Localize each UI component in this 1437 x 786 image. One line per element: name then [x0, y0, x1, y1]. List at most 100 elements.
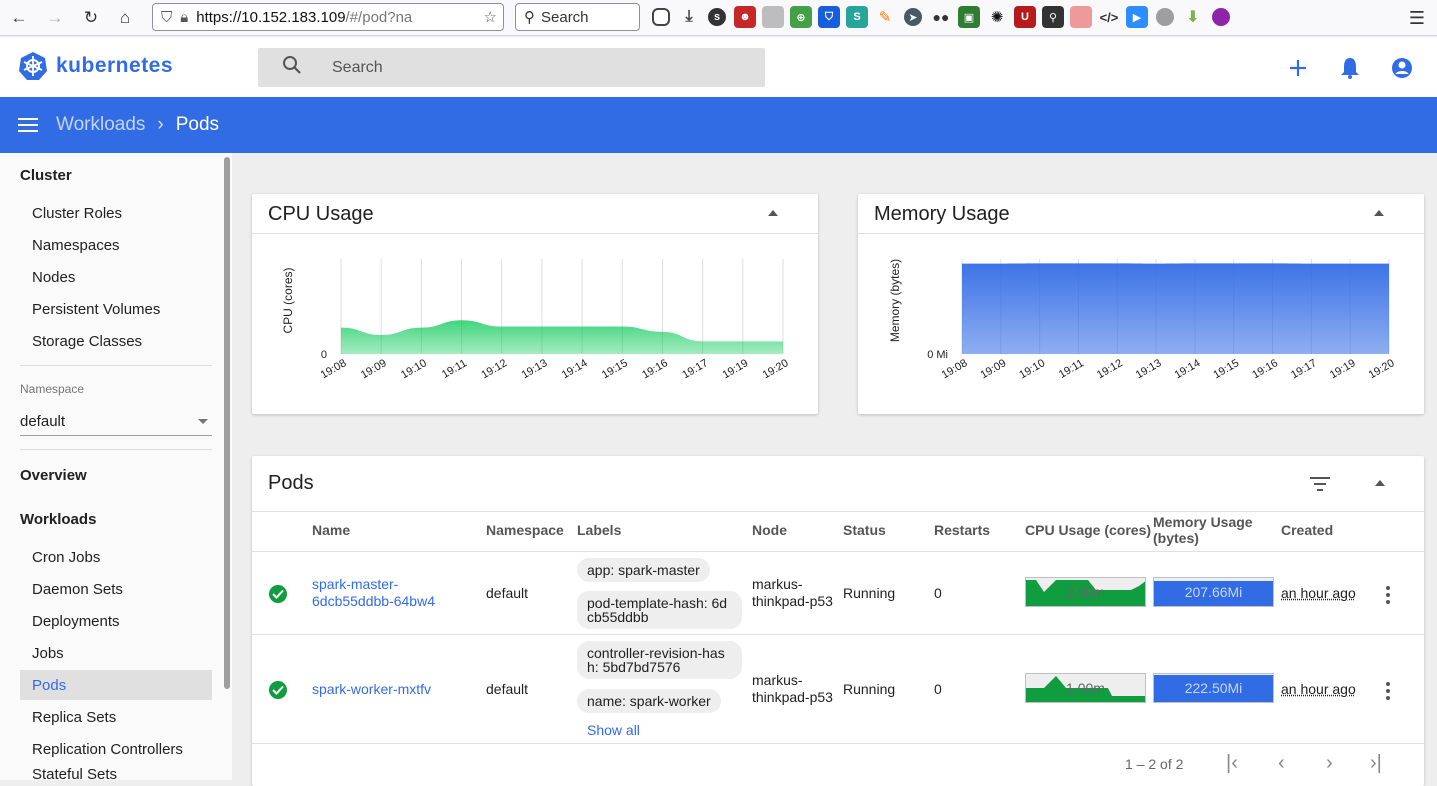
sidebar-item-cluster-roles[interactable]: Cluster Roles — [20, 198, 212, 228]
pagination-range: 1 – 2 of 2 — [1125, 756, 1184, 772]
x-tick-label: 19:15 — [1211, 357, 1241, 381]
zoom-icon[interactable]: ▶ — [1126, 6, 1148, 28]
extension-pen-icon[interactable]: ✎ — [874, 6, 896, 28]
cpu-usage-card: CPU Usage 0 CPU (cores) 19:08 19:09 19:10 19:… — [252, 194, 818, 414]
bookmark-star-icon[interactable]: ☆ — [484, 8, 497, 26]
y-tick-label: 0 Mi — [927, 349, 948, 361]
previous-page-icon[interactable]: ‹ — [1278, 752, 1285, 775]
account-icon[interactable] — [1389, 55, 1415, 81]
label-chip: name: spark-worker — [577, 689, 721, 713]
column-header-memory[interactable]: Memory Usage (bytes) — [1153, 514, 1263, 546]
row-actions-icon[interactable] — [1386, 682, 1390, 700]
download-icon[interactable]: ⤓ — [678, 6, 700, 28]
search-placeholder: Search — [332, 58, 383, 76]
series-area — [962, 263, 1389, 354]
cpu-sparkline-value: 2.00m — [1066, 584, 1105, 600]
pod-created[interactable]: an hour ago — [1281, 681, 1356, 697]
sidebar-scrollbar[interactable] — [224, 157, 230, 689]
notifications-bell-icon[interactable] — [1337, 55, 1363, 81]
sidebar-item-namespaces[interactable]: Namespaces — [20, 230, 212, 260]
show-all-link[interactable]: Show all — [587, 722, 640, 738]
pod-node: markus- thinkpad-p53 — [752, 576, 833, 610]
extension-bitwarden-icon[interactable]: ⛉ — [818, 6, 840, 28]
extension-cursor-icon[interactable]: ➤ — [904, 8, 922, 26]
first-page-icon[interactable]: |‹ — [1226, 752, 1238, 775]
table-divider — [252, 511, 1424, 512]
cpu-usage-chart: 0CPU (cores)19:08 19:09 19:10 19:11 19:12 19:… — [281, 259, 791, 381]
forward-icon[interactable]: → — [42, 5, 68, 31]
pod-restarts: 0 — [934, 681, 942, 697]
sidebar-item-jobs[interactable]: Jobs — [20, 638, 212, 668]
search-input[interactable]: Search — [258, 48, 765, 87]
extension-multi-icon[interactable] — [1070, 6, 1092, 28]
extension-color-icon[interactable] — [1212, 8, 1230, 26]
browser-search-placeholder: Search — [541, 8, 589, 26]
sidebar-item-replica-sets[interactable]: Replica Sets — [20, 702, 212, 732]
menu-toggle-icon[interactable] — [18, 118, 38, 132]
pod-created[interactable]: an hour ago — [1281, 585, 1356, 601]
column-header-cpu[interactable]: CPU Usage (cores) — [1025, 522, 1151, 538]
sidebar-heading-cluster[interactable]: Cluster — [20, 167, 72, 184]
sidebar-item-nodes[interactable]: Nodes — [20, 262, 212, 292]
namespace-value: default — [20, 413, 66, 430]
sidebar-item-stateful-sets[interactable]: Stateful Sets — [20, 766, 212, 780]
browser-toolbar: ← → ↻ ⌂ ⛉ 🔒︎ https://10.152.183.109/#/po… — [0, 0, 1437, 36]
code-icon[interactable]: </> — [1098, 6, 1120, 28]
extension-green-icon[interactable]: ⊕ — [790, 6, 812, 28]
column-header-node[interactable]: Node — [752, 522, 787, 538]
add-icon[interactable] — [1285, 55, 1311, 81]
extension-sheets-icon[interactable]: S — [846, 6, 868, 28]
cpu-sparkline-value: 1.00m — [1066, 680, 1105, 696]
browser-menu-icon[interactable]: ☰ — [1409, 8, 1425, 29]
extension-arrow-icon[interactable]: ⬇ — [1182, 6, 1204, 28]
collapse-icon[interactable] — [1375, 480, 1385, 486]
extension-gnome-icon[interactable]: ✺ — [986, 6, 1008, 28]
url-bar[interactable]: ⛉ 🔒︎ https://10.152.183.109/#/pod?na ☆ — [152, 3, 504, 31]
extension-image-icon[interactable]: ▣ — [958, 6, 980, 28]
label-chip: pod-template-hash: 6d cb55ddbb — [577, 591, 742, 629]
pod-name-link[interactable]: spark-master- 6dcb55ddbb-64bw4 — [312, 576, 435, 610]
kubernetes-logo[interactable]: kubernetes — [18, 51, 173, 81]
github-icon[interactable] — [1156, 8, 1174, 26]
last-page-icon[interactable]: ›| — [1370, 752, 1382, 775]
extension-glasses-icon[interactable]: ●● — [930, 6, 952, 28]
extension-copy-icon[interactable] — [762, 6, 784, 28]
home-icon[interactable]: ⌂ — [112, 5, 138, 31]
pod-name-link[interactable]: spark-worker-mxtfv — [312, 681, 431, 697]
sidebar-item-replication-controllers[interactable]: Replication Controllers — [20, 734, 212, 764]
sidebar-item-deployments[interactable]: Deployments — [20, 606, 212, 636]
row-actions-icon[interactable] — [1386, 586, 1390, 604]
pod-node-line: thinkpad-p53 — [752, 593, 833, 609]
column-header-created[interactable]: Created — [1281, 522, 1333, 538]
breadcrumb-workloads[interactable]: Workloads — [56, 114, 145, 136]
browser-search-input[interactable]: ⚲ Search — [515, 3, 640, 31]
extension-search-icon[interactable]: ⚲ — [1042, 6, 1064, 28]
pod-node-line: markus- — [752, 672, 803, 688]
pocket-icon[interactable] — [652, 8, 670, 26]
pod-namespace: default — [486, 681, 529, 697]
back-icon[interactable]: ← — [6, 5, 32, 31]
sidebar-item-daemon-sets[interactable]: Daemon Sets — [20, 574, 212, 604]
sidebar-item-cron-jobs[interactable]: Cron Jobs — [20, 542, 212, 572]
extension-monster-icon[interactable]: ☻ — [734, 6, 756, 28]
sidebar-heading-workloads[interactable]: Workloads — [20, 511, 96, 528]
x-tick-label: 19:12 — [479, 357, 509, 381]
ublock-icon[interactable]: U — [1014, 6, 1036, 28]
next-page-icon[interactable]: › — [1326, 752, 1333, 775]
sidebar-item-pods[interactable]: Pods — [20, 670, 212, 700]
column-header-status[interactable]: Status — [843, 522, 886, 538]
column-header-name[interactable]: Name — [312, 522, 350, 538]
column-header-restarts[interactable]: Restarts — [934, 522, 990, 538]
series-area — [341, 320, 783, 354]
sidebar-item-storage-classes[interactable]: Storage Classes — [20, 326, 212, 356]
filter-icon[interactable] — [1310, 477, 1330, 491]
reload-icon[interactable]: ↻ — [78, 5, 104, 31]
x-tick-label: 19:11 — [440, 357, 469, 381]
sidebar-item-persistent-volumes[interactable]: Persistent Volumes — [20, 294, 212, 324]
column-header-namespace[interactable]: Namespace — [486, 522, 564, 538]
table-divider — [252, 551, 1424, 552]
sidebar-item-overview[interactable]: Overview — [20, 467, 87, 484]
extension-s-icon[interactable]: s — [708, 8, 726, 26]
logo-text: kubernetes — [56, 54, 174, 77]
namespace-select[interactable]: default — [20, 408, 212, 436]
